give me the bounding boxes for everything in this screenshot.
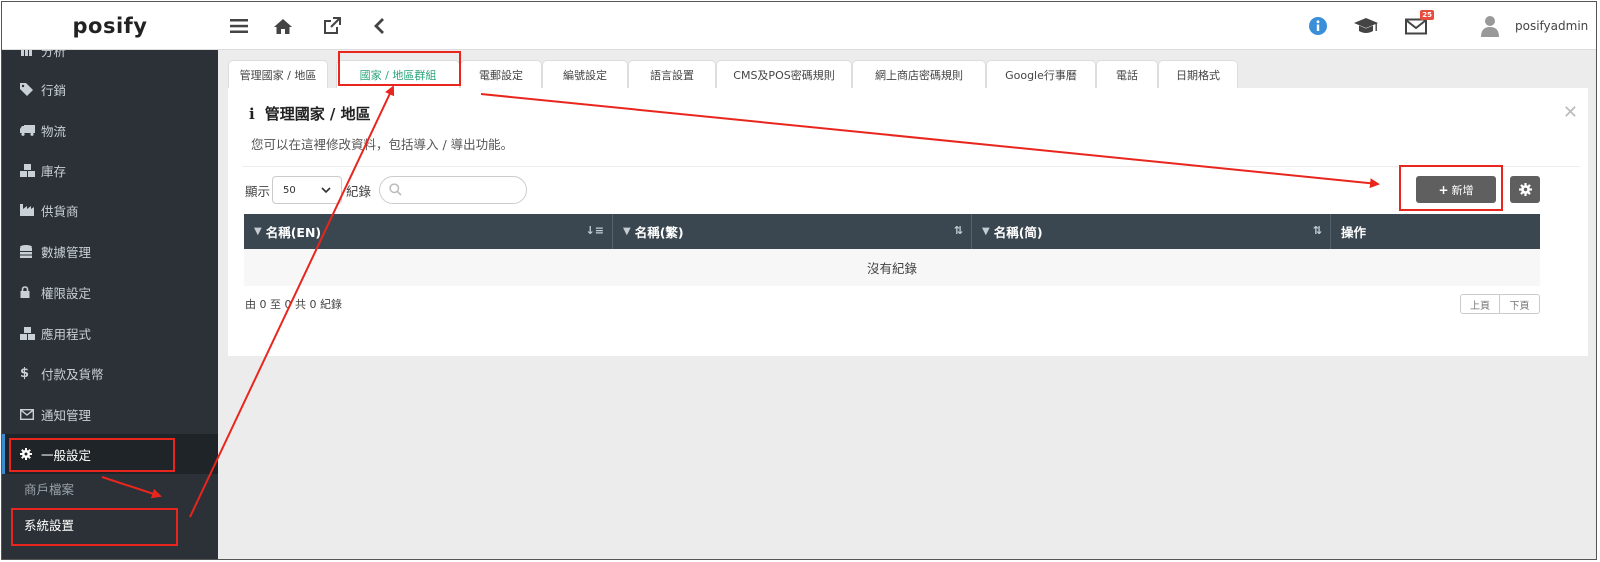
page-title: i 管理國家 / 地區	[249, 104, 371, 124]
top-bar: posify 25 posifyadmin	[2, 2, 1596, 50]
tab-google-calendar[interactable]: Google行事曆	[986, 60, 1096, 88]
length-label: 顯示	[245, 184, 271, 199]
sidebar-item-logistics[interactable]: 物流	[2, 110, 218, 150]
sidebar-item-general-settings[interactable]: 一般設定	[2, 434, 218, 474]
dollar-icon: $	[20, 365, 30, 381]
content-panel: i 管理國家 / 地區 您可以在這裡修改資料，包括導入 / 導出功能。 ✕ 顯示…	[228, 88, 1588, 356]
settings-button[interactable]	[1510, 176, 1540, 203]
logo[interactable]: posify	[2, 2, 218, 50]
sidebar-item-apps[interactable]: 應用程式	[2, 313, 218, 353]
column-header-actions: 操作	[1341, 225, 1367, 240]
divider	[242, 166, 1580, 167]
envelope-icon	[20, 408, 38, 420]
tab-email-settings[interactable]: 電郵設定	[460, 60, 542, 88]
sidebar-item-payments[interactable]: $ 付款及貨幣	[2, 353, 218, 393]
sort-icon: ⇅	[953, 224, 963, 237]
sidebar-item-suppliers[interactable]: 供貨商	[2, 190, 218, 230]
prev-page-button[interactable]: 上頁	[1460, 294, 1500, 314]
tab-cms-pos-password-rules[interactable]: CMS及POS密碼規則	[716, 60, 852, 88]
next-page-button[interactable]: 下頁	[1500, 294, 1540, 314]
menu-icon[interactable]	[225, 12, 253, 40]
sidebar-subitem-merchant-profile[interactable]: 商戶檔案	[2, 470, 218, 506]
filter-icon: ▼	[623, 226, 631, 237]
table-info: 由 0 至 0 共 0 紀錄	[245, 298, 342, 311]
tab-language-settings[interactable]: 語言設置	[628, 60, 716, 88]
filter-icon: ▼	[982, 226, 990, 237]
filter-icon: ▼	[254, 226, 262, 237]
user-avatar-icon[interactable]	[1476, 12, 1504, 40]
table-header: ▼ 名稱(EN) ↓≡ ▼ 名稱(繁) ⇅ ▼ 名稱(简) ⇅ 操作	[244, 214, 1540, 249]
info-icon[interactable]	[1304, 12, 1332, 40]
graduation-cap-icon[interactable]	[1352, 12, 1380, 40]
length-label-suffix: 紀錄	[346, 184, 372, 199]
sidebar-item-inventory[interactable]: 庫存	[2, 150, 218, 190]
sidebar-item-notifications[interactable]: 通知管理	[2, 394, 218, 434]
truck-icon	[20, 124, 38, 136]
sort-asc-icon: ↓≡	[585, 224, 604, 237]
main-content: 管理國家 / 地區 國家 / 地區群組 電郵設定 編號設定 語言設置 CMS及P…	[218, 50, 1596, 559]
add-button[interactable]: + 新增	[1416, 176, 1496, 203]
lock-icon	[20, 286, 38, 298]
tags-icon	[20, 82, 38, 96]
column-header-name-zh-hant[interactable]: ▼ 名稱(繁) ⇅	[613, 214, 972, 249]
back-chevron-icon[interactable]	[365, 12, 393, 40]
sidebar-item-analytics[interactable]: 分析	[2, 50, 218, 70]
sidebar: 分析 行銷 物流 庫存 供貨商 數據管理 權限設定 應用程式 $ 付款及貨幣 通…	[2, 50, 218, 559]
username-label[interactable]: posifyadmin	[1515, 19, 1588, 33]
chevron-down-icon	[321, 186, 331, 193]
notification-badge: 25	[1420, 10, 1434, 20]
cubes-icon	[20, 326, 38, 340]
info-icon: i	[249, 104, 255, 123]
tab-numbering-settings[interactable]: 編號設定	[542, 60, 628, 88]
cubes-icon	[20, 163, 38, 177]
gear-icon	[1518, 183, 1532, 196]
chart-icon	[20, 50, 38, 56]
tab-online-store-password-rules[interactable]: 網上商店密碼規則	[852, 60, 986, 88]
sidebar-item-marketing[interactable]: 行銷	[2, 69, 218, 109]
tab-phone[interactable]: 電話	[1096, 60, 1158, 88]
plus-icon: +	[1438, 182, 1449, 197]
mail-icon[interactable]: 25	[1402, 10, 1434, 40]
sidebar-item-permissions[interactable]: 權限設定	[2, 272, 218, 312]
sidebar-subitem-system-settings[interactable]: 系統設置	[2, 506, 218, 542]
industry-icon	[20, 204, 38, 216]
close-icon[interactable]: ✕	[1563, 102, 1578, 123]
external-link-icon[interactable]	[318, 12, 346, 40]
home-icon[interactable]	[269, 12, 297, 40]
empty-table-row: 沒有紀錄	[244, 249, 1540, 286]
pagination: 上頁 下頁	[1460, 294, 1540, 314]
tab-manage-countries[interactable]: 管理國家 / 地區	[228, 60, 328, 88]
app-window: posify 25 posifyadmin 分析 行銷 物流 庫存 供貨商 數據…	[1, 1, 1597, 560]
page-description: 您可以在這裡修改資料，包括導入 / 導出功能。	[251, 137, 514, 152]
column-header-name-zh-hans[interactable]: ▼ 名稱(简) ⇅	[972, 214, 1331, 249]
gear-icon	[20, 448, 38, 460]
page-length-select[interactable]: 50	[272, 176, 342, 204]
tab-date-format[interactable]: 日期格式	[1158, 60, 1238, 88]
sort-icon: ⇅	[1312, 224, 1322, 237]
sidebar-item-data-management[interactable]: 數據管理	[2, 231, 218, 271]
search-icon	[389, 183, 402, 196]
database-icon	[20, 244, 38, 258]
tab-country-groups[interactable]: 國家 / 地區群組	[336, 60, 460, 88]
column-header-name-en[interactable]: ▼ 名稱(EN) ↓≡	[244, 214, 613, 249]
